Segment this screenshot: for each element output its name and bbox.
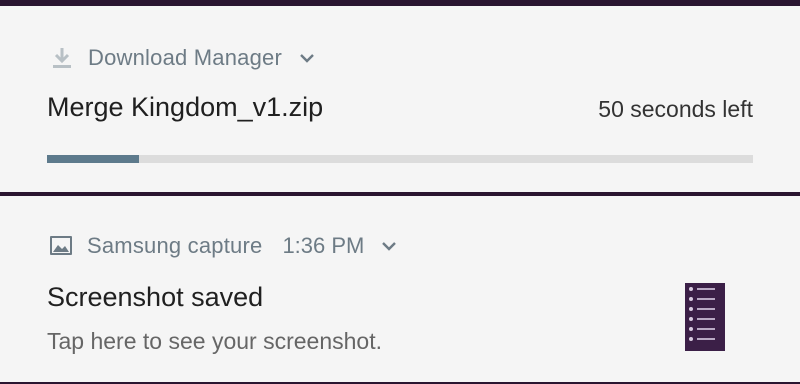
download-file-name: Merge Kingdom_v1.zip xyxy=(47,92,324,122)
capture-body: Tap here to see your screenshot. xyxy=(47,328,382,354)
capture-notification[interactable]: Samsung capture 1:36 PM Screenshot saved… xyxy=(0,196,800,382)
chevron-down-icon[interactable] xyxy=(296,47,318,69)
download-notification[interactable]: Download Manager Merge Kingdom_v1.zip 50… xyxy=(0,6,800,192)
download-progress-bar xyxy=(47,155,753,163)
image-icon xyxy=(49,234,75,258)
capture-time: 1:36 PM xyxy=(282,233,365,258)
screenshot-thumbnail[interactable] xyxy=(685,283,725,351)
capture-title: Screenshot saved xyxy=(47,282,264,312)
notification-shade: Download Manager Merge Kingdom_v1.zip 50… xyxy=(0,0,800,384)
chevron-down-icon[interactable] xyxy=(378,235,400,257)
download-progress-fill xyxy=(47,155,139,163)
download-time-left: 50 seconds left xyxy=(598,96,753,122)
capture-notification-header: Samsung capture 1:36 PM xyxy=(49,233,400,258)
download-app-name: Download Manager xyxy=(88,45,282,70)
download-icon xyxy=(50,46,76,70)
download-notification-header: Download Manager xyxy=(50,45,318,70)
capture-app-name: Samsung capture xyxy=(87,233,263,258)
